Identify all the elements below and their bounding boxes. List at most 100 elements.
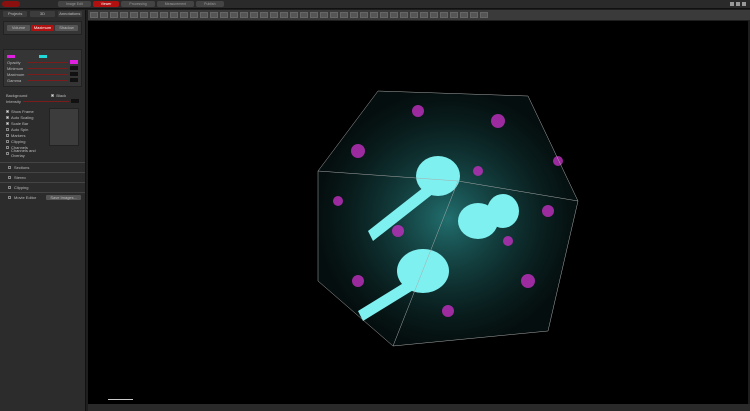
background-label: Background	[6, 92, 28, 98]
option-label: Auto Spin	[11, 126, 29, 132]
toolbar-button[interactable]	[200, 12, 208, 18]
checkbox[interactable]	[6, 115, 9, 119]
toolbar-button[interactable]	[450, 12, 458, 18]
checkbox[interactable]	[6, 127, 9, 131]
option-label: Clipping	[11, 138, 26, 144]
mode-volume[interactable]: Volume	[7, 25, 30, 31]
toolbar-button[interactable]	[160, 12, 168, 18]
gamma-slider[interactable]	[27, 79, 68, 81]
tab-image-edit[interactable]: Image Edit	[58, 1, 91, 7]
view-orientation-pad[interactable]	[49, 108, 79, 146]
checkbox[interactable]	[6, 133, 9, 137]
toolbar-button[interactable]	[140, 12, 148, 18]
toolbar-button[interactable]	[180, 12, 188, 18]
volume-render[interactable]	[298, 81, 598, 351]
section-0[interactable]: Sections	[0, 162, 85, 172]
background-value[interactable]: Black	[56, 93, 66, 98]
toolbar-button[interactable]	[220, 12, 228, 18]
opacity-slider[interactable]	[27, 61, 68, 63]
toolbar-button[interactable]	[170, 12, 178, 18]
tab-viewer[interactable]: Viewer	[92, 1, 120, 7]
background-checkbox[interactable]	[51, 93, 55, 97]
tab-measurement[interactable]: Measurement	[156, 1, 195, 7]
toolbar-button[interactable]	[100, 12, 108, 18]
section-label: Stereo	[14, 175, 26, 180]
toolbar-button[interactable]	[340, 12, 348, 18]
toolbar-button[interactable]	[440, 12, 448, 18]
main-tabs: Image Edit Viewer Processing Measurement…	[58, 1, 224, 7]
expand-icon[interactable]	[8, 176, 11, 179]
minimum-slider[interactable]	[27, 67, 68, 69]
tab-annotations[interactable]: Annotations	[57, 11, 82, 17]
3d-viewport[interactable]	[88, 21, 748, 404]
sidebar: Projects 3D Annotations Volume Maximum S…	[0, 10, 86, 411]
toolbar-button[interactable]	[90, 12, 98, 18]
expand-icon[interactable]	[8, 166, 11, 169]
toolbar-button[interactable]	[470, 12, 478, 18]
toolbar-button[interactable]	[230, 12, 238, 18]
channel-1-swatch[interactable]	[7, 54, 15, 58]
toolbar-button[interactable]	[110, 12, 118, 18]
tab-projects[interactable]: Projects	[3, 11, 28, 17]
option-label: Auto Scaling	[11, 114, 34, 120]
toolbar-button[interactable]	[360, 12, 368, 18]
toolbar-button[interactable]	[120, 12, 128, 18]
toolbar-button[interactable]	[190, 12, 198, 18]
checkbox[interactable]	[6, 139, 9, 143]
toolbar-button[interactable]	[130, 12, 138, 18]
toolbar-button[interactable]	[310, 12, 318, 18]
gamma-value[interactable]	[70, 78, 78, 82]
intensity-value[interactable]	[71, 99, 79, 103]
toolbar-button[interactable]	[290, 12, 298, 18]
toolbar-button[interactable]	[420, 12, 428, 18]
toolbar-button[interactable]	[280, 12, 288, 18]
toolbar-button[interactable]	[300, 12, 308, 18]
toolbar-button[interactable]	[480, 12, 488, 18]
scale-bar	[108, 399, 133, 400]
viewer-toolbar	[88, 10, 750, 20]
maximize-icon[interactable]	[736, 2, 740, 6]
section-1[interactable]: Stereo	[0, 172, 85, 182]
checkbox[interactable]	[6, 121, 9, 125]
toolbar-button[interactable]	[270, 12, 278, 18]
save-images-button[interactable]: Save Images...	[46, 195, 81, 200]
tab-processing[interactable]: Processing	[121, 1, 155, 7]
toolbar-button[interactable]	[150, 12, 158, 18]
checkbox[interactable]	[6, 151, 9, 155]
app-logo	[2, 1, 20, 7]
checkbox[interactable]	[6, 145, 9, 149]
opacity-value[interactable]	[70, 60, 78, 64]
toolbar-button[interactable]	[240, 12, 248, 18]
expand-icon[interactable]	[8, 196, 11, 199]
mode-maximum[interactable]: Maximum	[31, 25, 54, 31]
toolbar-button[interactable]	[250, 12, 258, 18]
toolbar-button[interactable]	[350, 12, 358, 18]
maximum-slider[interactable]	[27, 73, 68, 75]
intensity-slider[interactable]	[22, 100, 69, 102]
channel-2-swatch[interactable]	[39, 54, 47, 58]
option-7[interactable]: Channels and Overlay	[6, 148, 49, 158]
toolbar-button[interactable]	[400, 12, 408, 18]
maximum-value[interactable]	[70, 72, 78, 76]
tab-publish[interactable]: Publish	[196, 1, 224, 7]
toolbar-button[interactable]	[210, 12, 218, 18]
toolbar-button[interactable]	[390, 12, 398, 18]
toolbar-button[interactable]	[410, 12, 418, 18]
tab-3d[interactable]: 3D	[30, 11, 55, 17]
section-2[interactable]: Clipping	[0, 182, 85, 192]
toolbar-button[interactable]	[380, 12, 388, 18]
minimize-icon[interactable]	[730, 2, 734, 6]
status-bar	[88, 404, 750, 411]
checkbox[interactable]	[6, 109, 9, 113]
section-3[interactable]: Movie Editor Save Images...	[0, 192, 85, 202]
close-icon[interactable]	[742, 2, 746, 6]
expand-icon[interactable]	[8, 186, 11, 189]
toolbar-button[interactable]	[260, 12, 268, 18]
toolbar-button[interactable]	[370, 12, 378, 18]
mode-shadow[interactable]: Shadow	[55, 25, 78, 31]
toolbar-button[interactable]	[330, 12, 338, 18]
toolbar-button[interactable]	[320, 12, 328, 18]
toolbar-button[interactable]	[460, 12, 468, 18]
toolbar-button[interactable]	[430, 12, 438, 18]
minimum-value[interactable]	[70, 66, 78, 70]
